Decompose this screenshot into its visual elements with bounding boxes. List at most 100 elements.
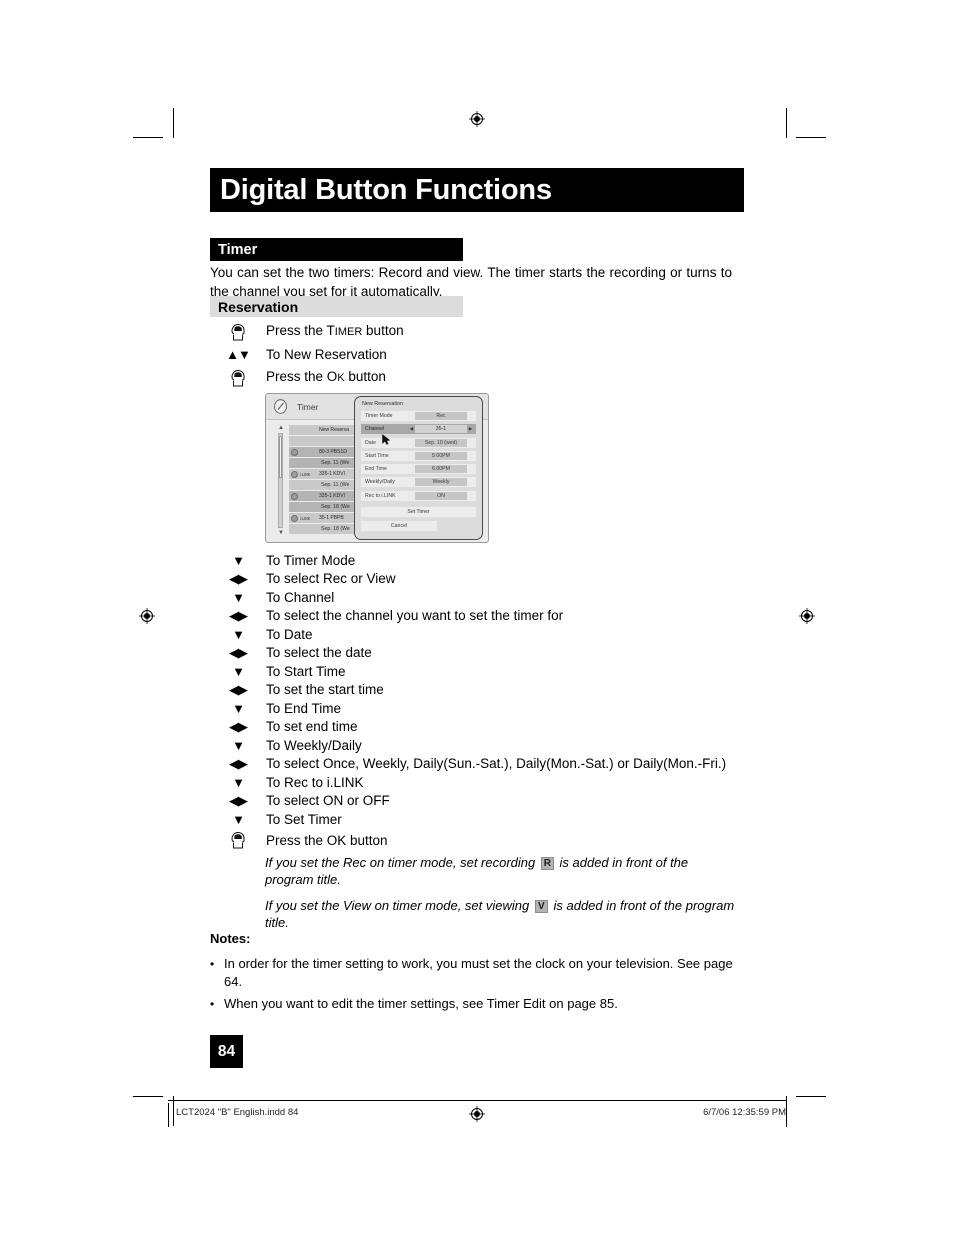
step-row: Press the OK button [210, 829, 750, 852]
osd-header-title: Timer [297, 401, 319, 412]
left-right-arrow-icon: ◀▶ [210, 609, 266, 622]
step-row: ▼ To Weekly/Daily [210, 736, 750, 755]
left-arrow-icon[interactable]: ◀ [408, 426, 415, 432]
step-label: To select Once, Weekly, Daily(Sun.-Sat.)… [266, 756, 727, 772]
clock-dot-icon [291, 470, 298, 478]
arrow-glyph: ▼ [232, 589, 245, 605]
step-label: To select the date [266, 645, 372, 661]
list-item-icon: i.LINK [289, 514, 319, 522]
dialog-title: New Reservation [362, 401, 404, 407]
cursor-pointer-icon [382, 434, 391, 445]
note-bullet-icon: • [210, 957, 215, 971]
arrow-glyph: ◀▶ [229, 793, 248, 809]
step-row: ▼ To Rec to i.LINK [210, 773, 750, 792]
arrow-glyph: ◀▶ [229, 571, 248, 587]
step-label: To New Reservation [266, 347, 387, 362]
step-label: Press the OK button [266, 832, 388, 848]
field-channel[interactable]: Channel ◀ 35-1 ▶ [361, 424, 476, 435]
field-timer-mode[interactable]: Timer Mode Rec [361, 411, 476, 421]
field-label: Rec to i.LINK [365, 492, 396, 499]
field-start-time[interactable]: Start Time 5:00PM [361, 450, 476, 461]
step-row: ◀▶ To select Once, Weekly, Daily(Sun.-Sa… [210, 755, 750, 774]
subsection-heading-reservation: Reservation [210, 296, 463, 317]
arrow-glyph: ◀▶ [229, 756, 248, 772]
step-label: To select ON or OFF [266, 793, 390, 809]
step-row: ◀▶ To set end time [210, 718, 750, 737]
step-row: ◀▶ To select the date [210, 644, 750, 663]
clock-dot-icon [291, 514, 298, 522]
list-item-icon [289, 492, 319, 500]
arrow-glyph: ◀▶ [229, 608, 248, 624]
smallcaps-initial: T [326, 323, 335, 338]
italic-note-view: If you set the View on timer mode, set v… [265, 898, 735, 931]
italic-note-rec: If you set the Rec on timer mode, set re… [265, 855, 735, 888]
down-arrow-icon: ▼ [210, 739, 266, 752]
field-rec-to-ilink[interactable]: Rec to i.LINK ON [361, 490, 476, 501]
smallcaps-initial: O [326, 369, 338, 384]
note-text: In order for the timer setting to work, … [224, 956, 733, 989]
step-label: To Date [266, 626, 313, 642]
arrow-glyph: ◀▶ [229, 719, 248, 735]
field-date[interactable]: Date Sep. 10 (wed) [361, 437, 476, 448]
italic-note-before: If you set the View on timer mode, set v… [265, 898, 530, 913]
crop-mark-top-left-h [133, 137, 163, 138]
field-value: ON [415, 491, 467, 500]
step-row: ◀▶ To set the start time [210, 681, 750, 700]
field-value: Rec [415, 412, 467, 420]
ilink-badge: i.LINK [300, 515, 311, 521]
cancel-button[interactable]: Cancel [361, 520, 437, 531]
set-timer-button[interactable]: Set Timer [361, 507, 476, 518]
new-reservation-dialog: New Reservation Timer Mode Rec Channel ◀… [354, 396, 483, 540]
arrow-glyph: ▼ [232, 663, 245, 679]
crop-mark-bottom-right-h [796, 1096, 826, 1097]
page-number: 84 [210, 1035, 243, 1068]
scroll-track[interactable] [278, 433, 283, 528]
scroll-thumb[interactable] [279, 436, 282, 478]
step-row: ▼ To Set Timer [210, 810, 750, 829]
step-row: ▼ To End Time [210, 699, 750, 718]
clock-dot-icon [291, 448, 298, 456]
right-arrow-icon[interactable]: ▶ [467, 426, 474, 432]
step-text-prefix: Press the [266, 323, 327, 338]
note-bullet-icon: • [210, 997, 215, 1011]
field-label: Start Time [365, 452, 389, 459]
hand-press-icon [210, 829, 266, 851]
step-label: To Weekly/Daily [266, 737, 362, 753]
left-right-arrow-icon: ◀▶ [210, 757, 266, 770]
list-item-icon [289, 448, 319, 456]
field-weekly-daily[interactable]: Weekly/Daily Weekly [361, 477, 476, 488]
arrow-glyph: ◀▶ [229, 645, 248, 661]
footer-filename: LCT2024 "B" English.indd 84 [176, 1107, 299, 1118]
hand-press-icon [210, 367, 266, 389]
osd-scrollbar[interactable]: ▲ ▼ [277, 425, 285, 536]
up-down-arrow-icon: ▲▼ [210, 348, 266, 361]
step-row: Press the OK button [210, 366, 730, 389]
field-value: Weekly [415, 478, 467, 487]
scroll-up-arrow-icon[interactable]: ▲ [277, 425, 285, 431]
down-arrow-icon: ▼ [210, 628, 266, 641]
note-text: When you want to edit the timer settings… [224, 996, 618, 1011]
step-label: To Rec to i.LINK [266, 774, 364, 790]
step-row: ◀▶ To select ON or OFF [210, 792, 750, 811]
arrow-glyph: ▼ [232, 626, 245, 642]
left-right-arrow-icon: ◀▶ [210, 683, 266, 696]
arrow-glyph: ▼ [232, 774, 245, 790]
page-title: Digital Button Functions [210, 168, 744, 212]
step-label: To Channel [266, 589, 335, 605]
crop-mark-top-left [173, 108, 174, 138]
left-right-arrow-icon: ◀▶ [210, 572, 266, 585]
arrow-glyph: ▼ [232, 552, 245, 568]
step-row: ▼ To Channel [210, 588, 750, 607]
clock-dot-icon [291, 492, 298, 500]
field-end-time[interactable]: End Time 6:00PM [361, 464, 476, 475]
notes-block: Notes: • In order for the timer setting … [210, 930, 735, 1017]
step-label: To Start Time [266, 663, 346, 679]
left-right-arrow-icon: ◀▶ [210, 720, 266, 733]
field-value: 6:00PM [415, 465, 467, 474]
left-right-arrow-icon: ◀▶ [210, 646, 266, 659]
scroll-down-arrow-icon[interactable]: ▼ [277, 530, 285, 536]
view-badge-icon: V [534, 900, 548, 913]
crop-mark-bottom-left-h [133, 1096, 163, 1097]
down-arrow-icon: ▼ [210, 813, 266, 826]
registration-mark-right [799, 608, 815, 624]
